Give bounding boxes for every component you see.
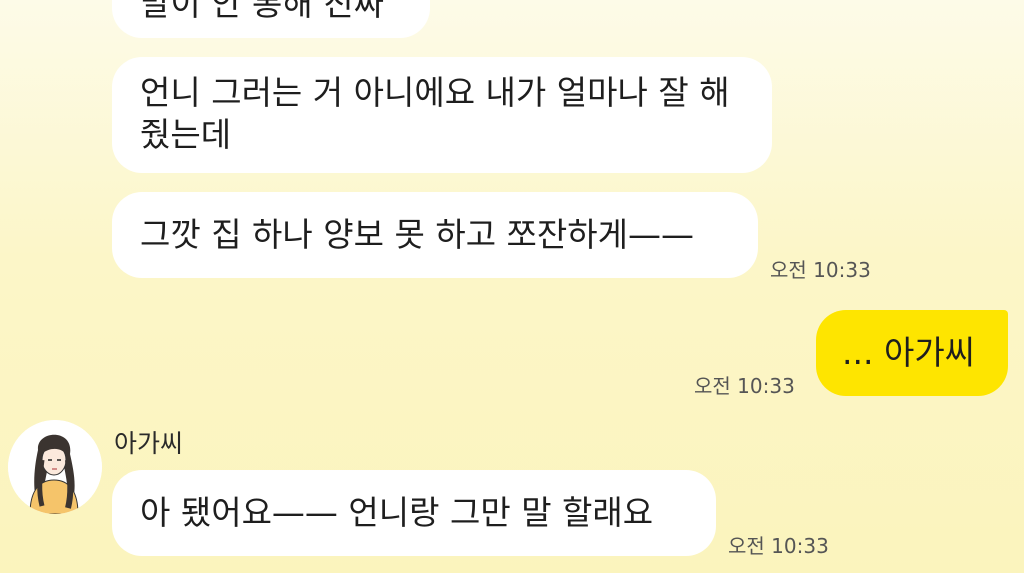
my-message-bubble[interactable]: ... 아가씨 — [816, 310, 1008, 396]
message-bubble[interactable]: 말이 안 통해 진짜 — [112, 0, 430, 38]
message-time: 오전 10:33 — [728, 534, 829, 558]
message-time: 오전 10:33 — [770, 258, 871, 282]
sender-avatar[interactable] — [8, 420, 102, 514]
message-time: 오전 10:33 — [694, 374, 795, 398]
message-bubble[interactable]: 아 됐어요—— 언니랑 그만 말 할래요 — [112, 470, 716, 556]
message-text: 말이 안 통해 진짜 — [140, 0, 384, 23]
message-bubble[interactable]: 그깟 집 하나 양보 못 하고 쪼잔하게—— — [112, 192, 758, 278]
message-text: ... 아가씨 — [842, 333, 976, 372]
message-text: 언니 그러는 거 아니에요 내가 얼마나 잘 해줬는데 — [140, 73, 730, 154]
message-bubble[interactable]: 언니 그러는 거 아니에요 내가 얼마나 잘 해줬는데 — [112, 57, 772, 173]
message-text: 그깟 집 하나 양보 못 하고 쪼잔하게—— — [140, 215, 694, 254]
sender-name: 아가씨 — [114, 429, 184, 458]
woman-portrait-avatar-icon — [8, 420, 102, 514]
message-text: 아 됐어요—— 언니랑 그만 말 할래요 — [140, 493, 654, 532]
